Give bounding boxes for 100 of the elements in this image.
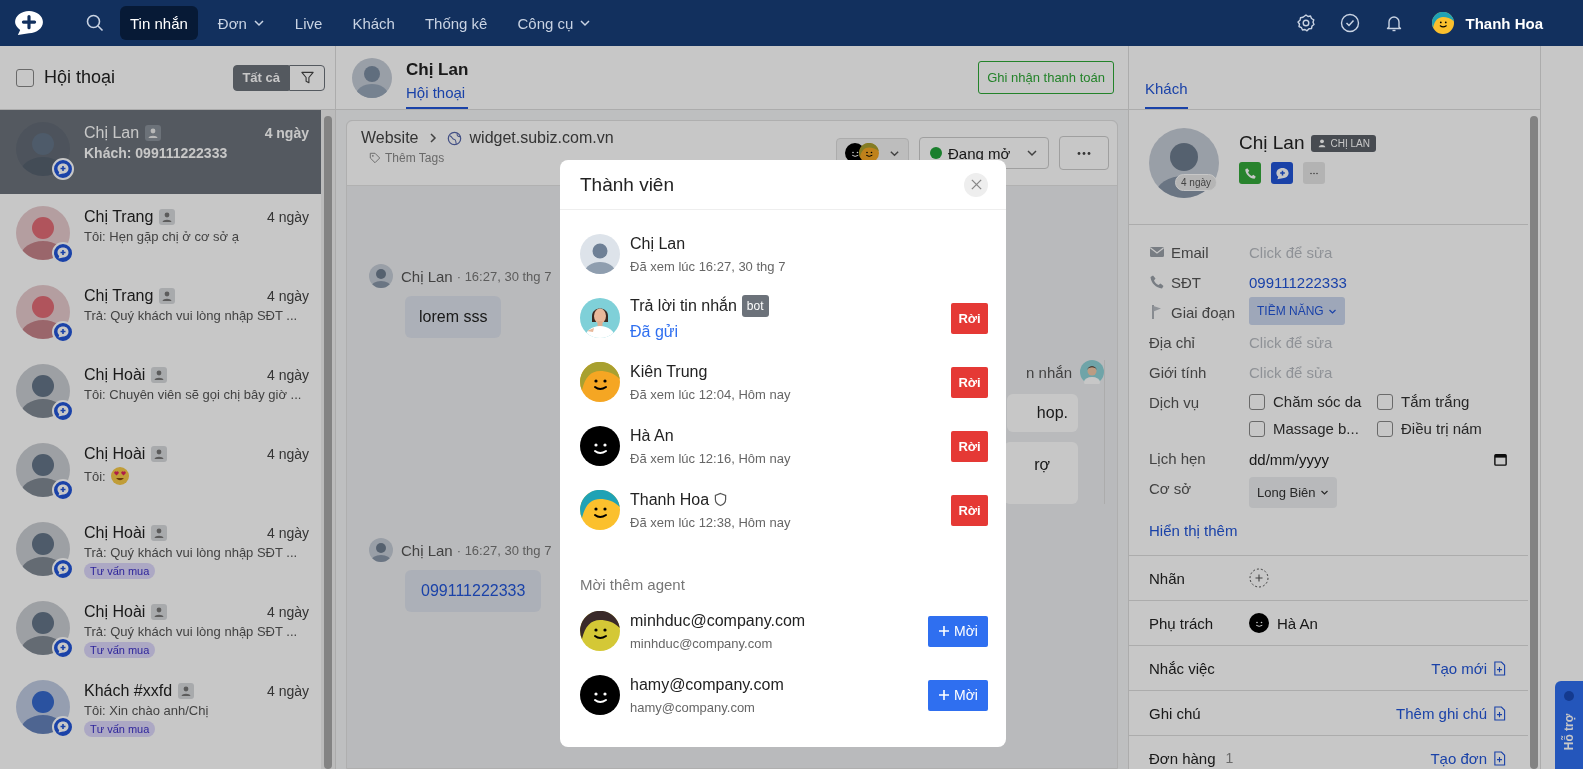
field-label: Cơ sở <box>1149 479 1192 497</box>
service-option: Chăm sóc da <box>1273 393 1362 410</box>
close-button[interactable] <box>964 172 988 197</box>
nav-tab[interactable]: Thống kê <box>414 6 498 40</box>
member-name: Chị Lan <box>630 234 686 253</box>
conversation-item[interactable]: Chị Hoài 4 ngày Tôi: <box>0 431 321 510</box>
chat-button[interactable] <box>1271 162 1293 184</box>
person-icon <box>151 604 168 620</box>
message-preview: Tôi: Chuyên viên sẽ gọi chị bây giờ ... <box>84 387 302 402</box>
agent-name: hamy@company.com <box>630 675 784 694</box>
logo-icon[interactable] <box>14 10 44 36</box>
member-status: Đã xem lúc 12:04, Hôm nay <box>630 386 791 402</box>
person-icon <box>145 125 162 141</box>
user-name[interactable]: Thanh Hoa <box>1465 14 1543 32</box>
section-action-link[interactable]: Tạo đơn <box>1430 749 1506 767</box>
sender-name: n nhắn <box>1026 363 1072 381</box>
member-status: Đã xem lúc 12:38, Hôm nay <box>630 514 791 530</box>
contact-name: Chị Lan <box>84 124 140 142</box>
contact-name: Chị Trang <box>84 287 154 305</box>
service-checkbox[interactable] <box>1249 393 1265 410</box>
show-more-link[interactable]: Hiển thị thêm <box>1149 508 1508 545</box>
remove-member-button[interactable]: Rời <box>951 366 988 398</box>
section-label: Nhắc việc <box>1149 659 1216 677</box>
invite-button[interactable]: Mời <box>928 679 988 711</box>
message-time: · 16:27, 30 thg 7 <box>456 268 552 284</box>
support-tab[interactable]: Hỗ trợ <box>1555 681 1583 769</box>
chat-channel-icon <box>52 479 74 501</box>
remove-member-button[interactable]: Rời <box>951 494 988 526</box>
phone-link[interactable]: 099111222333 <box>1249 273 1347 291</box>
conversation-tag: Tư vấn mua <box>84 642 156 658</box>
assignee-name: Hà An <box>1277 614 1318 632</box>
service-checkbox[interactable] <box>1377 420 1393 437</box>
conversation-item[interactable]: Chị Trang 4 ngày Trả: Quý khách vui lòng nhập SĐT ... <box>0 273 321 352</box>
remove-member-button[interactable]: Rời <box>951 430 988 462</box>
contact-avatar <box>352 57 392 98</box>
contact-name: Chị Hoài <box>84 366 146 384</box>
section-action-link[interactable]: Thêm ghi chú <box>1396 704 1506 722</box>
conversation-item[interactable]: Chị Lan 4 ngày Khách: 099111222333 <box>0 110 321 194</box>
message-bubble: 099111222333 <box>405 570 542 612</box>
settings-icon[interactable] <box>1295 13 1316 33</box>
date-field[interactable]: dd/mm/yyyy <box>1249 448 1508 470</box>
section-action-link[interactable]: Tạo mới <box>1431 659 1506 677</box>
website-url[interactable]: widget.subiz.com.vn <box>469 129 614 147</box>
remove-member-button[interactable]: Rời <box>951 302 988 334</box>
branch-dropdown[interactable]: Long Biên <box>1249 477 1337 508</box>
assignee-avatar <box>1249 613 1269 633</box>
service-checkbox[interactable] <box>1249 420 1265 437</box>
nav-tab[interactable]: Live <box>284 6 333 40</box>
message-preview: Tôi: Xin chào anh/Chị <box>84 703 209 718</box>
stage-dropdown[interactable]: TIỀM NĂNG <box>1249 297 1345 325</box>
search-icon[interactable] <box>86 14 104 32</box>
invite-button[interactable]: Mời <box>928 615 988 647</box>
add-tags-button[interactable]: Thêm Tags <box>361 151 614 165</box>
last-seen-badge: 4 ngày <box>1175 174 1218 191</box>
person-icon <box>151 446 168 462</box>
nav-tab[interactable]: Công cụ <box>507 6 602 40</box>
conversation-time: 4 ngày <box>264 125 309 141</box>
message-preview: Trả: Quý khách vui lòng nhập SĐT ... <box>84 308 298 323</box>
message-preview: Khách: 099111222333 <box>84 145 228 161</box>
contact-name: Chị Hoài <box>84 445 146 463</box>
agent-name: minhduc@company.com <box>630 611 806 630</box>
caret-icon <box>1026 147 1038 159</box>
record-payment-button[interactable]: Ghi nhận thanh toán <box>978 61 1114 94</box>
conversation-time: 4 ngày <box>266 367 309 383</box>
message-time: · 16:27, 30 thg 7 <box>456 542 552 558</box>
conversation-item[interactable]: Chị Hoài 4 ngày Trả: Quý khách vui lòng nhập SĐT ... Tư vấn mua <box>0 589 321 668</box>
agent-email: hamy@company.com <box>630 699 756 715</box>
add-file-icon <box>1493 705 1506 721</box>
scrollbar[interactable] <box>321 110 335 769</box>
contact-name: Chị Lan <box>406 60 469 80</box>
user-avatar[interactable] <box>1431 12 1454 34</box>
contact-name: Chị Hoài <box>84 603 146 621</box>
contact-name: Khách #xxfd <box>84 682 173 700</box>
service-option: Massage b... <box>1273 420 1359 437</box>
conversation-item[interactable]: Chị Hoài 4 ngày Trả: Quý khách vui lòng nhập SĐT ... Tư vấn mua <box>0 510 321 589</box>
section-label: Nhãn <box>1149 569 1186 587</box>
shield-icon <box>714 492 728 507</box>
nav-tab[interactable]: Tin nhắn <box>120 6 198 40</box>
conversation-item[interactable]: Chị Hoài 4 ngày Tôi: Chuyên viên sẽ gọi chị bây giờ ... <box>0 352 321 431</box>
nav-tab[interactable]: Đơn <box>207 6 275 40</box>
add-label-icon[interactable] <box>1249 568 1269 588</box>
filter-all-button[interactable]: Tất cả <box>233 64 289 91</box>
check-circle-icon[interactable] <box>1339 13 1360 33</box>
sender-avatar <box>369 264 393 288</box>
chat-channel-icon <box>52 637 74 659</box>
conversation-item[interactable]: Chị Trang 4 ngày Tôi: Hẹn gặp chị ở cơ sở ạ <box>0 194 321 273</box>
conversation-item[interactable]: Khách #xxfd 4 ngày Tôi: Xin chào anh/Chị Tư vấn mua <box>0 668 321 747</box>
sender-name: Chị Lan <box>401 541 453 559</box>
section-label: Ghi chú <box>1149 704 1202 722</box>
message-preview: Tôi: <box>84 468 106 484</box>
contact-name: Chị Hoài <box>84 524 146 542</box>
service-checkbox[interactable] <box>1377 393 1393 410</box>
add-file-icon <box>1493 660 1506 676</box>
nav-tab[interactable]: Khách <box>342 6 405 40</box>
call-button[interactable] <box>1239 162 1261 184</box>
select-all-checkbox[interactable] <box>16 68 34 87</box>
filter-button[interactable] <box>289 64 325 91</box>
agent-email: minhduc@company.com <box>630 635 774 651</box>
member-name: Trả lời tin nhắn <box>630 297 737 315</box>
order-count: 1 <box>1225 750 1234 766</box>
